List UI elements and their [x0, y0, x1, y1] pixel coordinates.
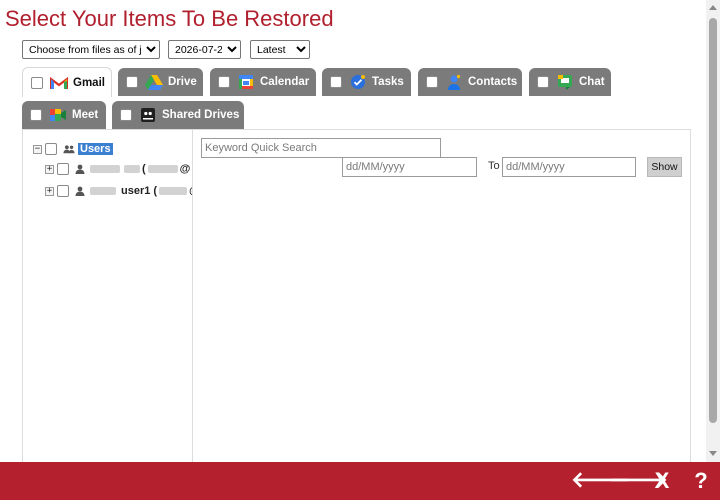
tree-user-row[interactable]: + ( @ [45, 163, 190, 175]
tab-tasks-label: Tasks [372, 76, 404, 88]
footer-bar: 🡐 🡒 X ? [0, 462, 720, 500]
tab-gmail[interactable]: Gmail [22, 67, 112, 97]
tree-user-paren: ( [153, 185, 158, 197]
redacted-email [147, 165, 178, 173]
tab-gmail-checkbox[interactable] [31, 76, 43, 89]
date-from-input[interactable] [342, 157, 477, 177]
tab-contacts-checkbox[interactable] [426, 76, 438, 88]
mode-select[interactable]: Choose from files as of job [22, 40, 160, 59]
tab-calendar-label: Calendar [260, 76, 310, 88]
expand-icon[interactable]: + [45, 164, 54, 174]
tab-chat-checkbox[interactable] [537, 76, 549, 88]
collapse-icon[interactable]: − [33, 144, 42, 154]
tasks-icon [351, 75, 365, 89]
tab-tasks-checkbox[interactable] [330, 76, 342, 88]
content-panel: − Users + ( @ + user1 ( [22, 129, 691, 464]
redacted-name [90, 187, 116, 195]
tab-chat[interactable]: Chat [529, 68, 611, 96]
tree-user-checkbox[interactable] [57, 163, 69, 175]
date-to-label: To [488, 160, 500, 172]
redacted-name [124, 165, 140, 173]
chat-icon [558, 75, 572, 90]
tree-user-at: @ [179, 163, 191, 175]
scroll-up-icon[interactable] [709, 5, 717, 10]
tab-drive-label: Drive [168, 76, 197, 88]
version-select[interactable]: Latest [250, 40, 310, 59]
gmail-icon [50, 76, 68, 89]
tab-drive[interactable]: Drive [118, 68, 203, 96]
expand-icon[interactable]: + [45, 186, 54, 196]
redacted-name [90, 165, 120, 173]
tab-meet-checkbox[interactable] [30, 109, 42, 121]
tree-user-checkbox[interactable] [57, 185, 69, 197]
tab-gmail-label: Gmail [73, 76, 105, 89]
tab-shared-drives-label: Shared Drives [162, 109, 240, 121]
tab-calendar-checkbox[interactable] [218, 76, 230, 88]
tree-user-paren: ( [142, 163, 146, 175]
page-scrollbar[interactable] [706, 0, 720, 462]
tab-meet[interactable]: Meet [22, 101, 106, 129]
redacted-email [159, 187, 188, 195]
tab-tasks[interactable]: Tasks [322, 68, 411, 96]
drive-icon [145, 75, 163, 90]
page-title: Select Your Items To Be Restored [5, 6, 334, 31]
date-to-input[interactable] [502, 157, 636, 177]
tree-user-at: @ [189, 185, 192, 197]
close-button[interactable]: X [647, 468, 677, 494]
users-group-icon [63, 145, 75, 154]
tab-shared-drives-checkbox[interactable] [120, 109, 132, 121]
scroll-down-icon[interactable] [709, 451, 717, 456]
tab-contacts-label: Contacts [468, 76, 518, 88]
tab-contacts[interactable]: Contacts [418, 68, 522, 96]
tab-meet-label: Meet [72, 109, 99, 121]
tree-root-label[interactable]: Users [78, 143, 113, 155]
meet-icon [50, 109, 66, 121]
date-select[interactable]: 2026-07-22 [168, 40, 241, 59]
tab-chat-label: Chat [579, 76, 605, 88]
user-icon [75, 164, 85, 174]
user-tree: − Users + ( @ + user1 ( [23, 130, 193, 463]
user-icon [75, 186, 85, 196]
back-button[interactable]: 🡐 [571, 468, 630, 494]
tab-calendar[interactable]: Calendar [210, 68, 316, 96]
tree-root-checkbox[interactable] [45, 143, 57, 155]
scroll-thumb[interactable] [709, 18, 717, 423]
help-button[interactable]: ? [686, 468, 716, 494]
show-button[interactable]: Show [647, 157, 682, 177]
calendar-icon [239, 75, 253, 89]
tree-root-users[interactable]: − Users [33, 143, 113, 155]
next-button[interactable]: 🡒 [609, 468, 668, 494]
tab-drive-checkbox[interactable] [126, 76, 138, 88]
tree-user-name: user1 [121, 185, 151, 197]
tab-shared-drives[interactable]: Shared Drives [112, 101, 244, 129]
tree-user-row[interactable]: + user1 ( @ [45, 185, 192, 197]
keyword-search-input[interactable] [201, 138, 441, 158]
shared-drives-icon [141, 108, 155, 122]
contacts-icon [448, 74, 461, 90]
